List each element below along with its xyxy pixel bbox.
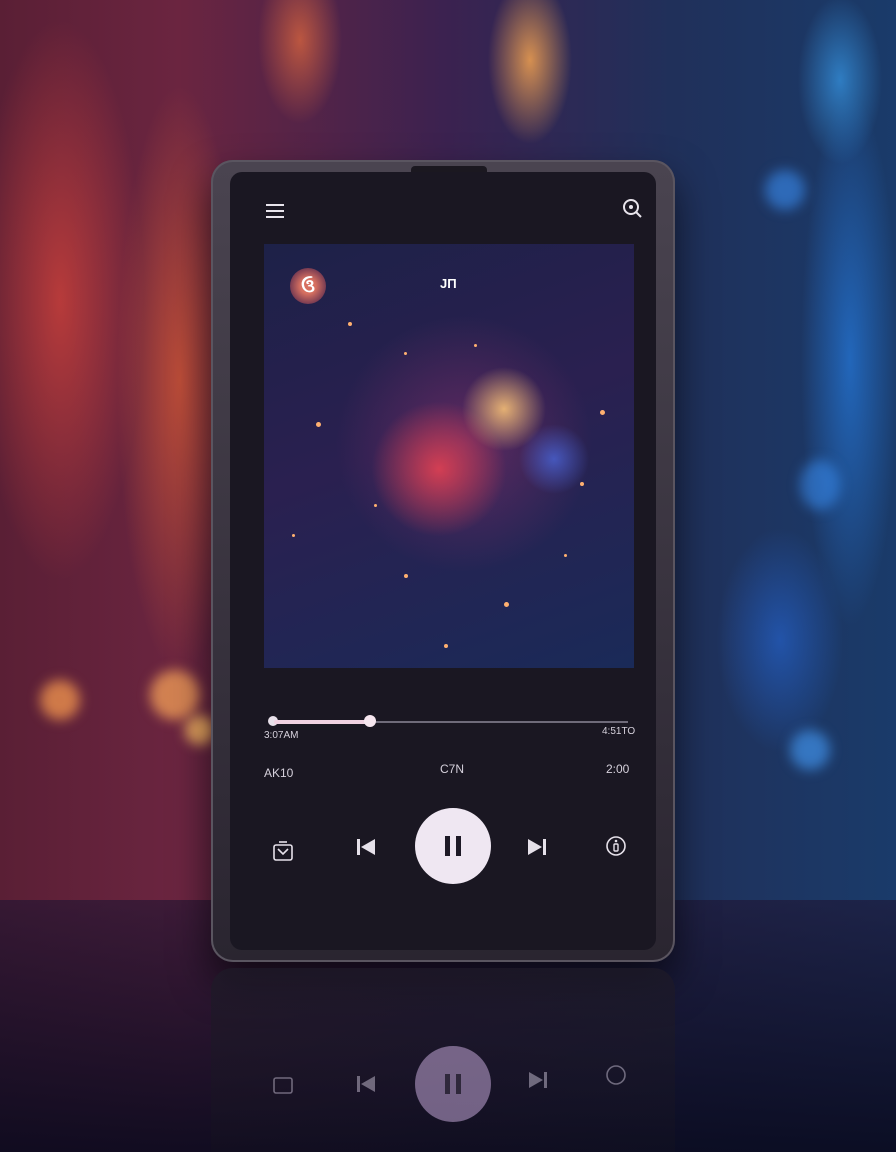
queue-icon: [273, 841, 293, 861]
star-speck: [348, 322, 352, 326]
progress-bar[interactable]: [268, 715, 628, 727]
bokeh-light: [800, 460, 840, 510]
star-speck: [292, 534, 295, 537]
progress-fill: [274, 720, 370, 724]
pause-icon: [445, 836, 461, 856]
track-info-right: 2:00: [606, 762, 630, 776]
bokeh-light: [40, 680, 80, 720]
album-artwork: ઉ JΠ: [264, 244, 634, 668]
previous-button[interactable]: [353, 834, 379, 860]
bokeh-light: [150, 670, 200, 720]
skip-previous-icon: [355, 1074, 377, 1099]
total-time: 4:51TO: [602, 726, 636, 737]
search-button[interactable]: [620, 196, 644, 220]
info-icon: [606, 836, 626, 856]
background-scene: ઉ JΠ 3:07AM 4:51TO AK10 C7N 2:00: [0, 0, 896, 1152]
star-speck: [404, 352, 407, 355]
star-speck: [600, 410, 605, 415]
music-player-device: ઉ JΠ 3:07AM 4:51TO AK10 C7N 2:00: [211, 160, 675, 962]
skip-next-icon: [528, 839, 546, 855]
skip-next-icon: [527, 1070, 549, 1095]
star-speck: [404, 574, 408, 578]
bokeh-light: [765, 170, 805, 210]
artwork-label: JΠ: [440, 276, 457, 291]
star-speck: [580, 482, 584, 486]
next-button[interactable]: [524, 834, 550, 860]
info-button[interactable]: [604, 834, 628, 858]
artist-logo-icon: ઉ: [290, 268, 326, 304]
pause-icon: [415, 1046, 491, 1122]
star-speck: [374, 504, 377, 507]
player-screen: ઉ JΠ 3:07AM 4:51TO AK10 C7N 2:00: [230, 172, 656, 950]
star-speck: [504, 602, 509, 607]
star-speck: [444, 644, 448, 648]
skip-previous-icon: [357, 839, 375, 855]
menu-button[interactable]: [264, 200, 286, 222]
search-icon: [623, 199, 642, 218]
info-icon: [605, 1064, 627, 1091]
bokeh-light: [790, 730, 830, 770]
queue-icon: [271, 1072, 295, 1101]
progress-thumb[interactable]: [363, 715, 376, 727]
device-reflection: [211, 968, 675, 1152]
star-speck: [564, 554, 567, 557]
menu-icon: [266, 204, 284, 218]
elapsed-time: 3:07AM: [264, 730, 299, 741]
queue-button[interactable]: [270, 838, 296, 864]
star-speck: [474, 344, 477, 347]
pause-button[interactable]: [415, 808, 491, 884]
star-speck: [316, 422, 321, 427]
track-info-left: AK10: [264, 766, 294, 780]
track-info-center: C7N: [440, 762, 465, 776]
